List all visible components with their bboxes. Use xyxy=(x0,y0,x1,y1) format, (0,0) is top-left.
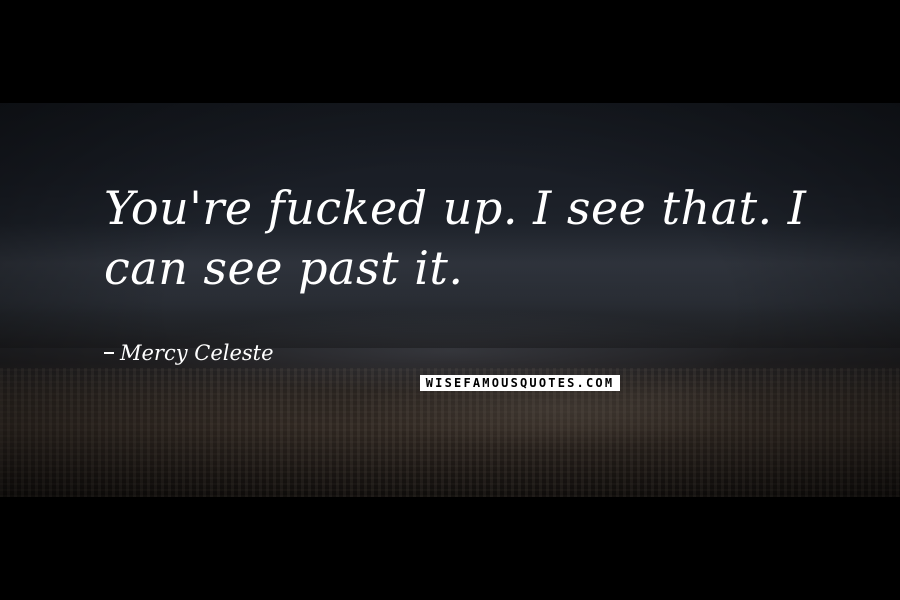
author-row: Mercy Celeste xyxy=(104,340,274,366)
dash-icon xyxy=(104,352,114,354)
site-watermark: WISEFAMOUSQUOTES.COM xyxy=(420,375,620,391)
photo-vignette xyxy=(0,103,900,497)
quote-text: You're fucked up. I see that. I can see … xyxy=(104,181,807,295)
background-photo xyxy=(0,103,900,497)
quote-card: You're fucked up. I see that. I can see … xyxy=(0,0,900,600)
quote-author: Mercy Celeste xyxy=(120,341,274,365)
